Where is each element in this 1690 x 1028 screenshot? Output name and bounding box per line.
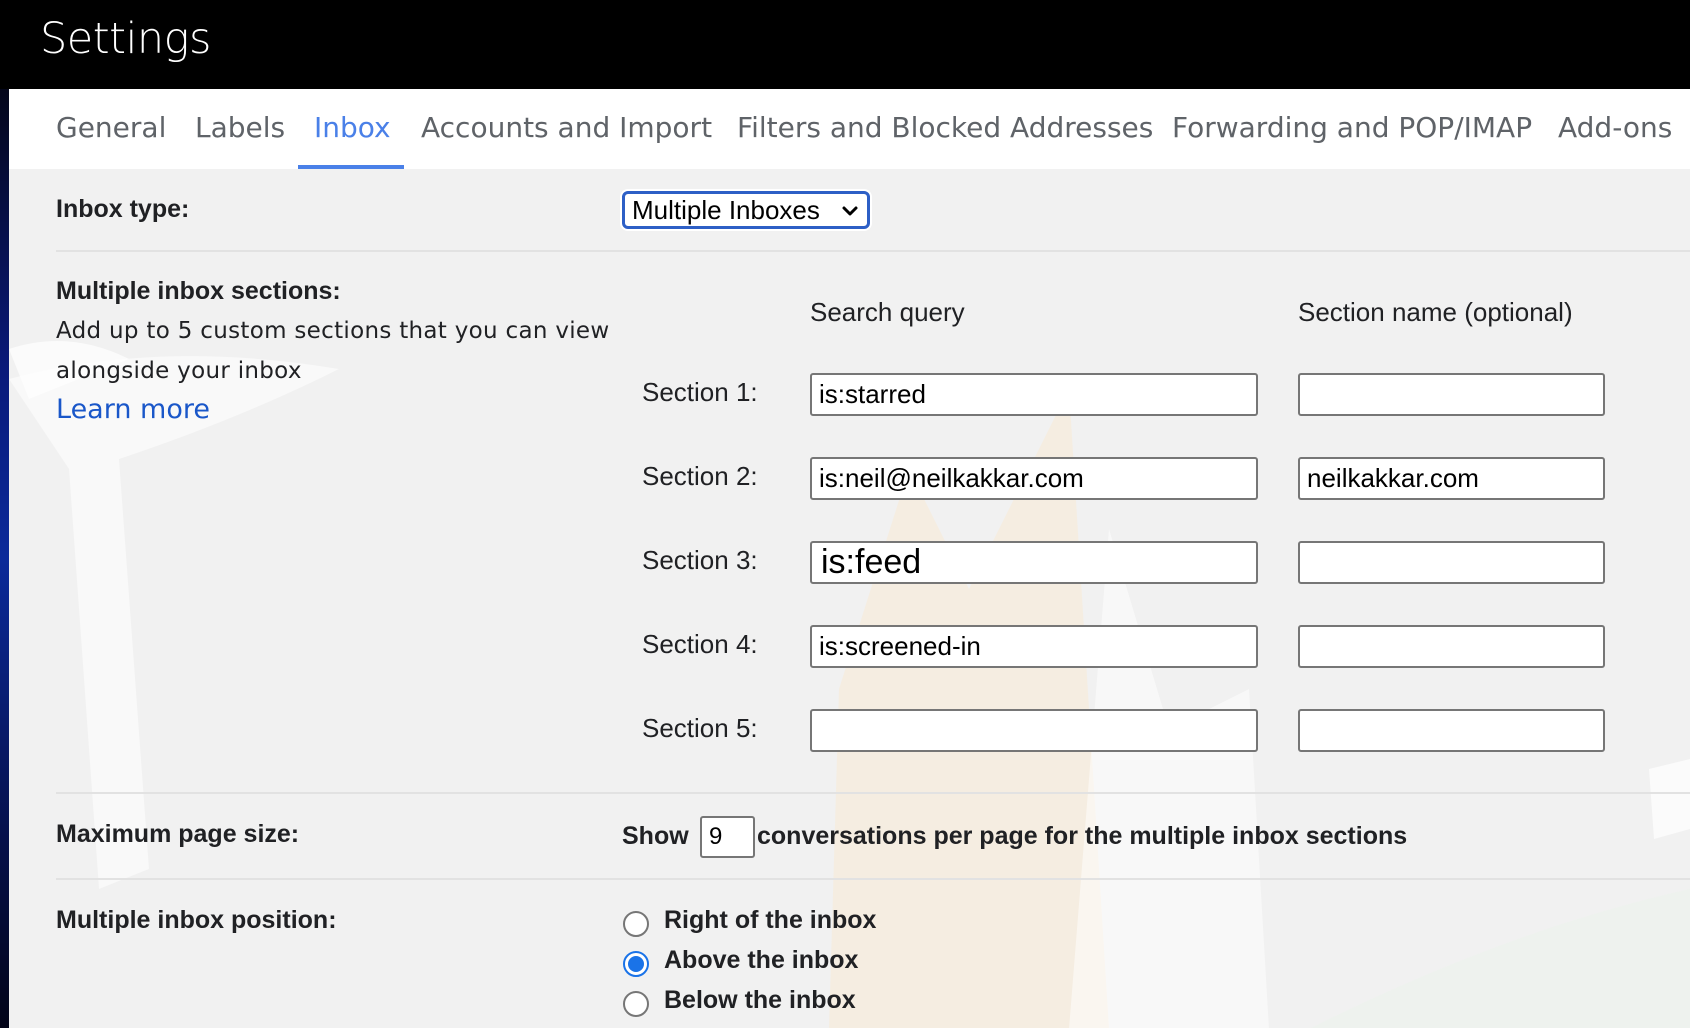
settings-tabs: General Labels Inbox Accounts and Import… bbox=[9, 89, 1690, 169]
section-5-query-input[interactable] bbox=[810, 709, 1258, 752]
tab-inbox[interactable]: Inbox bbox=[314, 111, 391, 144]
tab-filters-and-blocked-addresses[interactable]: Filters and Blocked Addresses bbox=[737, 111, 1153, 144]
section-4-name-input[interactable] bbox=[1298, 625, 1605, 668]
section-1-query-input[interactable]: is:starred bbox=[810, 373, 1258, 416]
section-divider bbox=[56, 878, 1690, 880]
multiple-inbox-position-label: Multiple inbox position: bbox=[56, 906, 337, 934]
background-wallpaper-edge bbox=[0, 89, 9, 1028]
page-size-suffix: conversations per page for the multiple … bbox=[757, 822, 1408, 850]
settings-header: Settings bbox=[0, 0, 1690, 89]
inbox-type-select[interactable]: Multiple Inboxes bbox=[622, 191, 870, 229]
section-4-label: Section 4: bbox=[642, 629, 758, 659]
tab-labels[interactable]: Labels bbox=[195, 111, 285, 144]
learn-more-link[interactable]: Learn more bbox=[56, 394, 210, 425]
inbox-type-label: Inbox type: bbox=[56, 195, 190, 223]
maximum-page-size-label: Maximum page size: bbox=[56, 820, 300, 848]
radio-above-inbox[interactable] bbox=[623, 951, 649, 977]
section-2-label: Section 2: bbox=[642, 461, 758, 491]
tab-general[interactable]: General bbox=[56, 111, 166, 144]
section-1-label: Section 1: bbox=[642, 377, 758, 407]
section-3-query-input[interactable]: is:feed bbox=[810, 541, 1258, 584]
search-query-column-header: Search query bbox=[810, 297, 965, 327]
page-title: Settings bbox=[40, 14, 211, 64]
section-2-query-input[interactable]: is:neil@neilkakkar.com bbox=[810, 457, 1258, 500]
chevron-down-icon bbox=[842, 206, 858, 216]
section-5-name-input[interactable] bbox=[1298, 709, 1605, 752]
inbox-type-selected-value: Multiple Inboxes bbox=[632, 194, 820, 225]
radio-above-inbox-label[interactable]: Above the inbox bbox=[664, 946, 858, 975]
page-size-prefix: Show bbox=[622, 822, 689, 850]
section-divider bbox=[56, 792, 1690, 794]
radio-below-inbox[interactable] bbox=[623, 991, 649, 1017]
sections-description-line1: Add up to 5 custom sections that you can… bbox=[56, 318, 610, 344]
tab-forwarding-and-pop-imap[interactable]: Forwarding and POP/IMAP bbox=[1172, 111, 1532, 144]
multiple-inbox-sections-label: Multiple inbox sections: bbox=[56, 277, 341, 305]
section-name-column-header: Section name (optional) bbox=[1298, 297, 1573, 327]
radio-right-of-inbox-label[interactable]: Right of the inbox bbox=[664, 906, 876, 935]
section-3-label: Section 3: bbox=[642, 545, 758, 575]
section-2-name-input[interactable]: neilkakkar.com bbox=[1298, 457, 1605, 500]
section-5-label: Section 5: bbox=[642, 713, 758, 743]
tab-add-ons[interactable]: Add-ons bbox=[1558, 111, 1672, 144]
inbox-settings-panel: Inbox type: Multiple Inboxes Multiple in… bbox=[9, 169, 1690, 1028]
section-3-name-input[interactable] bbox=[1298, 541, 1605, 584]
radio-below-inbox-label[interactable]: Below the inbox bbox=[664, 986, 856, 1015]
section-1-name-input[interactable] bbox=[1298, 373, 1605, 416]
page-size-input[interactable]: 9 bbox=[700, 816, 755, 858]
radio-right-of-inbox[interactable] bbox=[623, 911, 649, 937]
sections-description-line2: alongside your inbox bbox=[56, 358, 302, 384]
tab-accounts-and-import[interactable]: Accounts and Import bbox=[421, 111, 712, 144]
section-divider bbox=[56, 250, 1690, 252]
section-4-query-input[interactable]: is:screened-in bbox=[810, 625, 1258, 668]
